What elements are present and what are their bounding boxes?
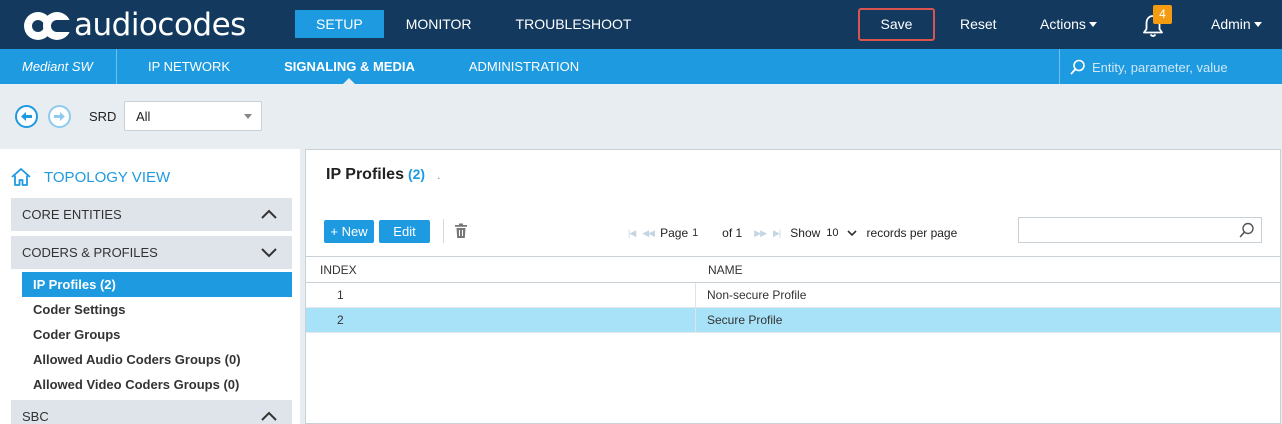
- forward-button[interactable]: [48, 105, 71, 128]
- caret-down-icon: [1088, 22, 1097, 27]
- column-header-index[interactable]: INDEX: [320, 263, 357, 277]
- search-icon[interactable]: [1239, 222, 1255, 238]
- column-header-name[interactable]: NAME: [708, 263, 743, 277]
- column-divider: [695, 283, 696, 307]
- show-label: Show: [790, 226, 821, 240]
- chevron-up-icon: [261, 209, 277, 219]
- section-label: CODERS & PROFILES: [22, 245, 158, 260]
- section-core-entities[interactable]: CORE ENTITIES: [11, 198, 292, 231]
- pagination-bar: |◀ ◀◀ Page of 1 ▶▶ ▶| Show 10 records pe…: [628, 224, 957, 242]
- ip-profiles-panel: IP Profiles(2). + New Edit |◀ ◀◀ Page of…: [305, 149, 1281, 424]
- page-size-select[interactable]: 10: [826, 227, 857, 239]
- column-divider: [695, 308, 696, 332]
- reset-button[interactable]: Reset: [960, 16, 997, 32]
- cell-index: 2: [337, 313, 344, 327]
- cell-index: 1: [337, 288, 344, 302]
- logo-text: audiocodes: [74, 7, 246, 43]
- topology-view-link[interactable]: TOPOLOGY VIEW: [10, 167, 170, 187]
- actions-menu-button[interactable]: Actions: [1040, 16, 1097, 32]
- subnav-administration[interactable]: ADMINISTRATION: [469, 49, 579, 84]
- nav-item-ip-profiles[interactable]: IP Profiles (2): [22, 272, 292, 297]
- cell-name: Non-secure Profile: [707, 288, 807, 302]
- page-number-input[interactable]: [688, 224, 721, 242]
- audiocodes-logo[interactable]: audiocodes: [24, 8, 246, 42]
- page-size-value: 10: [826, 227, 839, 239]
- save-button[interactable]: Save: [858, 8, 935, 41]
- notification-badge[interactable]: 4: [1153, 5, 1172, 24]
- record-count: (2): [407, 166, 426, 182]
- sub-header: Mediant SW IP NETWORK SIGNALING & MEDIA …: [0, 49, 1282, 84]
- ip-profiles-table: INDEX NAME 1 Non-secure Profile 2 Secure…: [306, 256, 1280, 333]
- table-row[interactable]: 1 Non-secure Profile: [306, 283, 1280, 308]
- nav-item-coder-groups[interactable]: Coder Groups: [22, 322, 292, 347]
- last-page-icon[interactable]: ▶|: [773, 228, 781, 239]
- section-coders-profiles[interactable]: CODERS & PROFILES: [11, 236, 292, 269]
- new-button[interactable]: + New: [324, 220, 374, 243]
- home-icon: [11, 168, 31, 186]
- dropdown-arrow-icon: [244, 114, 252, 119]
- toolbar-divider: [443, 219, 444, 243]
- table-row-selected[interactable]: 2 Secure Profile: [306, 308, 1280, 333]
- sub-nav: IP NETWORK SIGNALING & MEDIA ADMINISTRAT…: [148, 49, 579, 84]
- top-header: audiocodes SETUP MONITOR TROUBLESHOOT Sa…: [0, 0, 1282, 49]
- srd-selected-value: All: [136, 109, 151, 124]
- table-search-input[interactable]: [1018, 217, 1262, 243]
- back-button[interactable]: [15, 105, 38, 128]
- search-icon[interactable]: [1070, 59, 1086, 75]
- chevron-up-icon: [261, 411, 277, 421]
- nav-item-coder-settings[interactable]: Coder Settings: [22, 297, 292, 322]
- chevron-down-icon: [846, 229, 857, 236]
- nav-troubleshoot[interactable]: TROUBLESHOOT: [494, 10, 654, 38]
- edit-button[interactable]: Edit: [379, 220, 430, 243]
- next-page-icon[interactable]: ▶▶: [754, 228, 767, 239]
- nav-item-allowed-audio-coders-groups[interactable]: Allowed Audio Coders Groups (0): [22, 347, 292, 372]
- prev-page-icon[interactable]: ◀◀: [642, 228, 655, 239]
- section-sbc[interactable]: SBC: [11, 400, 292, 424]
- nav-setup[interactable]: SETUP: [295, 10, 384, 38]
- page-title-text: IP Profiles: [326, 166, 404, 183]
- global-search: [1059, 49, 1282, 84]
- cell-name: Secure Profile: [707, 313, 783, 327]
- records-per-page-label: records per page: [866, 226, 958, 240]
- trash-icon[interactable]: [454, 223, 468, 239]
- subnav-signaling-media[interactable]: SIGNALING & MEDIA: [284, 49, 415, 84]
- srd-label: SRD: [89, 109, 117, 124]
- logo-icon: [24, 10, 71, 40]
- arrow-right-icon: [54, 112, 65, 121]
- top-nav: SETUP MONITOR TROUBLESHOOT: [295, 10, 653, 38]
- product-name: Mediant SW: [0, 49, 117, 84]
- caret-down-icon: [1253, 22, 1262, 27]
- admin-label: Admin: [1211, 16, 1251, 32]
- title-suffix: .: [437, 168, 441, 182]
- page-of-label: of 1: [722, 226, 743, 240]
- navigation-tree: TOPOLOGY VIEW CORE ENTITIES CODERS & PRO…: [0, 149, 300, 424]
- chevron-down-icon: [261, 248, 277, 258]
- page-label: Page: [660, 226, 689, 240]
- global-search-input[interactable]: [1092, 57, 1277, 77]
- nav-item-allowed-video-coders-groups[interactable]: Allowed Video Coders Groups (0): [22, 372, 292, 397]
- arrow-left-icon: [21, 112, 32, 121]
- actions-label: Actions: [1040, 16, 1086, 32]
- table-header: INDEX NAME: [306, 256, 1280, 283]
- section-label: SBC: [22, 409, 49, 424]
- topology-view-label: TOPOLOGY VIEW: [44, 168, 171, 186]
- nav-monitor[interactable]: MONITOR: [384, 10, 494, 38]
- srd-select[interactable]: All: [124, 101, 262, 131]
- page-title: IP Profiles (2).: [326, 166, 440, 184]
- first-page-icon[interactable]: |◀: [628, 228, 636, 239]
- subnav-ip-network[interactable]: IP NETWORK: [148, 49, 230, 84]
- admin-menu-button[interactable]: Admin: [1211, 16, 1262, 32]
- section-label: CORE ENTITIES: [22, 207, 122, 222]
